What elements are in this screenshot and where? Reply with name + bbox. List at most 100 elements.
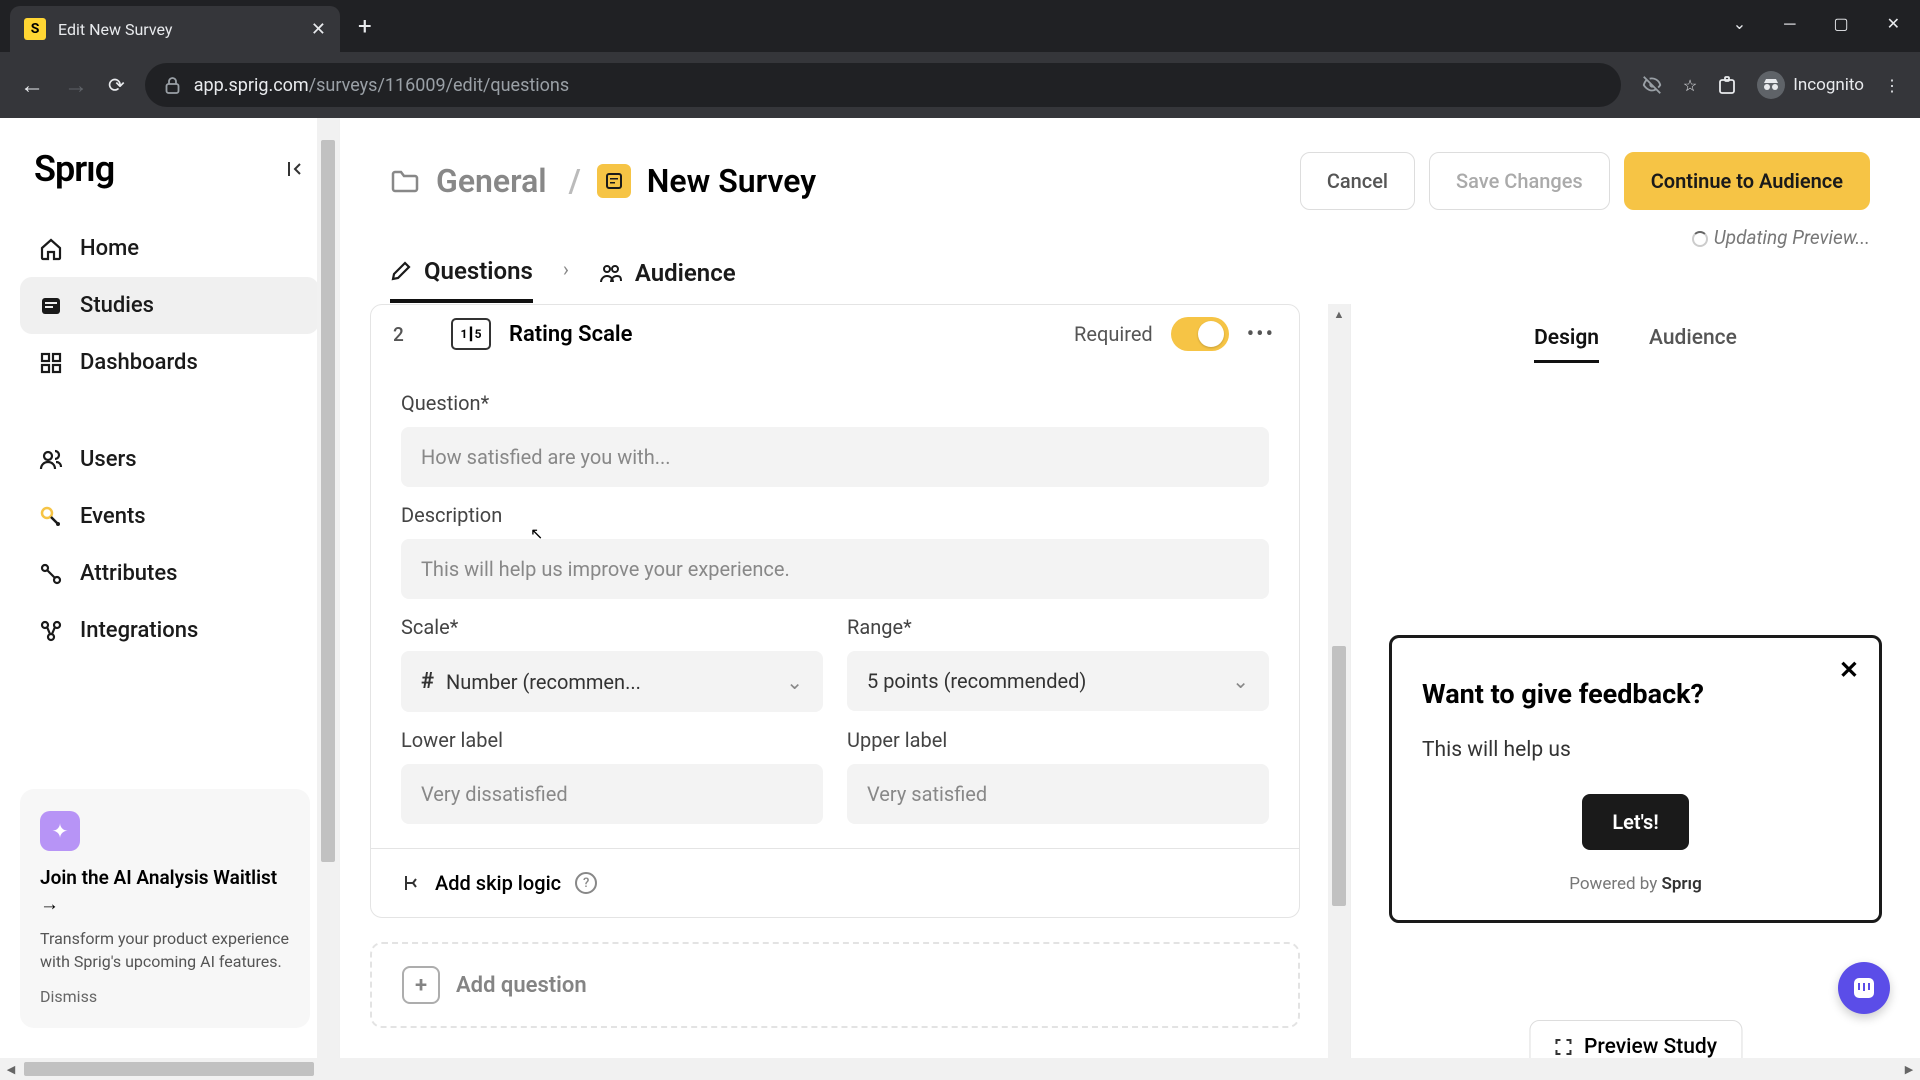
collapse-sidebar-icon[interactable] [285,159,305,179]
popup-close-icon[interactable]: ✕ [1839,656,1859,684]
sidebar-item-integrations[interactable]: Integrations [20,602,319,659]
continue-button[interactable]: Continue to Audience [1624,152,1870,210]
chevron-down-icon[interactable]: ⌄ [1733,14,1746,34]
sidebar-item-users[interactable]: Users [20,431,319,488]
browser-tab[interactable]: S Edit New Survey ✕ [10,6,340,52]
expand-icon [1554,1038,1572,1056]
question-type-label: Rating Scale [509,322,632,347]
add-skip-logic-button[interactable]: Add skip logic ? [371,848,1299,917]
incognito-badge[interactable]: Incognito [1757,71,1864,99]
folder-icon [390,168,420,194]
breadcrumb-folder[interactable]: General [436,162,547,200]
sprig-favicon: S [24,18,46,40]
ai-promo-card: ✦ Join the AI Analysis Waitlist → Transf… [20,789,310,1028]
description-input[interactable] [401,539,1269,599]
add-question-button[interactable]: + Add question [370,942,1300,1028]
events-icon [38,505,64,529]
back-button[interactable]: ← [20,71,44,100]
sidebar-label: Studies [80,293,154,318]
breadcrumb: General / New Survey [390,162,1286,200]
horizontal-scrollbar[interactable]: ◀ ▶ [0,1058,1920,1080]
chevron-down-icon: ⌄ [786,670,803,694]
range-label: Range* [847,615,1269,639]
url-text: app.sprig.com/surveys/116009/edit/questi… [194,75,569,96]
reload-button[interactable]: ⟳ [108,73,125,97]
promo-title[interactable]: Join the AI Analysis Waitlist → [40,865,290,916]
hash-icon: # [421,669,434,694]
upper-label-heading: Upper label [847,728,1269,752]
sidebar-label: Users [80,447,137,472]
sidebar-item-events[interactable]: Events [20,488,319,545]
address-bar[interactable]: app.sprig.com/surveys/116009/edit/questi… [145,63,1621,107]
star-icon[interactable]: ☆ [1683,76,1697,95]
questions-step-tab[interactable]: Questions [390,257,533,303]
popup-cta-button[interactable]: Let's! [1582,794,1688,850]
question-card: 2 1┃5 Rating Scale Required ••• Question… [370,304,1300,918]
tab-title: Edit New Survey [58,20,299,39]
forward-button[interactable]: → [64,71,88,100]
preview-tab-audience[interactable]: Audience [1649,326,1737,363]
sparkle-icon: ✦ [40,811,80,851]
question-number: 2 [393,323,404,346]
required-toggle[interactable] [1171,317,1229,351]
sidebar-item-attributes[interactable]: Attributes [20,545,319,602]
branch-icon [401,873,421,893]
feedback-popup: ✕ Want to give feedback? This will help … [1389,635,1882,923]
description-label: Description [401,503,1269,527]
integrations-icon [38,619,64,643]
eye-off-icon[interactable] [1641,74,1663,96]
powered-by: Powered by Sprıg [1422,874,1849,894]
preview-tab-design[interactable]: Design [1534,326,1599,363]
sidebar-item-home[interactable]: Home [20,220,319,277]
question-input[interactable] [401,427,1269,487]
sidebar-item-studies[interactable]: Studies [20,277,319,334]
minimize-icon[interactable]: ─ [1784,14,1795,34]
lock-icon [165,77,180,94]
save-changes-button[interactable]: Save Changes [1429,152,1610,210]
sidebar-label: Events [80,504,146,529]
sidebar: Sprıg Home Studies Dashboards Users Even… [0,118,340,1080]
sidebar-item-dashboards[interactable]: Dashboards [20,334,319,391]
attributes-icon [38,562,64,586]
close-window-icon[interactable]: ✕ [1887,14,1900,34]
sidebar-label: Attributes [80,561,177,586]
question-label: Question* [401,391,1269,415]
promo-dismiss-link[interactable]: Dismiss [40,987,290,1006]
sidebar-scrollbar[interactable] [317,118,339,1080]
extensions-icon[interactable] [1717,75,1737,95]
studies-icon [38,294,64,318]
intercom-chat-icon[interactable] [1838,962,1890,1014]
audience-icon [599,262,623,284]
chevron-right-icon: › [563,257,569,303]
survey-icon [597,164,631,198]
more-options-icon[interactable]: ••• [1247,322,1275,347]
new-tab-button[interactable]: + [358,12,372,40]
cancel-button[interactable]: Cancel [1300,152,1415,210]
audience-step-tab[interactable]: Audience [599,257,736,303]
upper-label-input[interactable] [847,764,1269,824]
edit-icon [390,260,412,282]
menu-icon[interactable]: ⋮ [1884,76,1900,95]
maximize-icon[interactable]: ▢ [1833,14,1848,34]
editor-scrollbar[interactable]: ▲ [1328,304,1350,1058]
dashboards-icon [38,351,64,375]
required-label: Required [1074,322,1153,346]
survey-title: New Survey [647,162,816,200]
close-tab-icon[interactable]: ✕ [311,19,326,40]
lower-label-heading: Lower label [401,728,823,752]
help-icon[interactable]: ? [575,872,597,894]
home-icon [38,237,64,261]
sidebar-label: Dashboards [80,350,198,375]
users-icon [38,448,64,472]
editor-pane: ▲ 2 1┃5 Rating Scale Required ••• [340,304,1350,1080]
sidebar-label: Home [80,236,139,261]
plus-icon: + [402,966,440,1004]
rating-scale-icon: 1┃5 [451,318,491,350]
spinner-icon [1692,231,1708,247]
lower-label-input[interactable] [401,764,823,824]
scale-select[interactable]: # Number (recommen... ⌄ [401,651,823,712]
sidebar-label: Integrations [80,618,198,643]
range-select[interactable]: 5 points (recommended) ⌄ [847,651,1269,711]
popup-title: Want to give feedback? [1422,678,1849,710]
preview-pane: Design Audience ✕ Want to give feedback?… [1350,304,1920,1080]
